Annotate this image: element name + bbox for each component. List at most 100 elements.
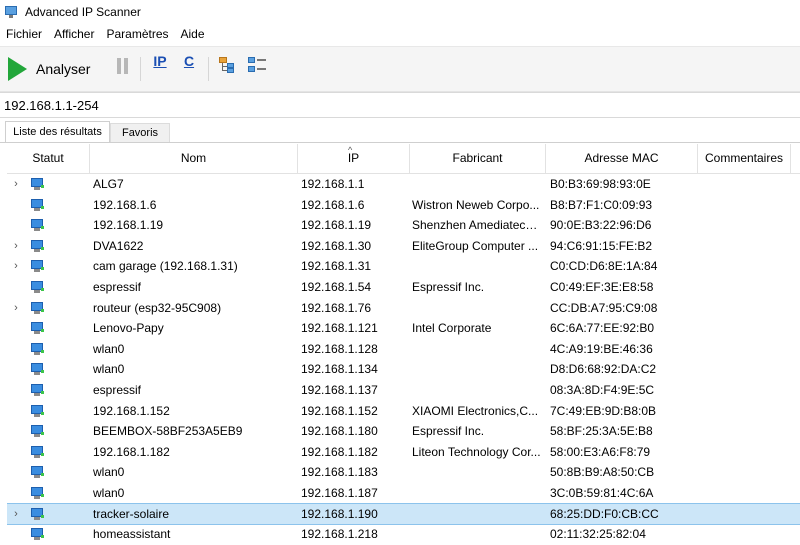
cell-ip: 192.168.1.190 (301, 506, 378, 521)
cell-name: espressif (93, 279, 142, 294)
cell-ip: 192.168.1.19 (301, 218, 372, 233)
cell-mac: 4C:A9:19:BE:46:36 (550, 341, 653, 356)
app-monitor-icon (5, 6, 19, 18)
device-status-icon (31, 425, 45, 438)
menu-fichier[interactable]: Fichier (0, 24, 48, 45)
expand-chevron-icon[interactable]: › (11, 298, 21, 319)
table-row[interactable]: › DVA1622 192.168.1.30 EliteGroup Computer … (7, 236, 800, 257)
table-row[interactable]: BEEMBOX-58BF253A5EB9 192.168.1.180 Espress… (7, 421, 800, 442)
table-row[interactable]: 192.168.1.182 192.168.1.182 Liteon Technol… (7, 442, 800, 463)
device-status-icon (31, 507, 45, 521)
cell-ip: 192.168.1.6 (301, 197, 365, 212)
cell-mac: 58:BF:25:3A:5E:B8 (550, 424, 653, 439)
cell-name: 192.168.1.182 (93, 444, 170, 459)
table-row[interactable]: › cam garage (192.168.1.31) 192.168.1.31 C0… (7, 256, 800, 277)
cell-mac: B0:B3:69:98:93:0E (550, 177, 651, 191)
menu-bar: Fichier Afficher Paramètres Aide (0, 24, 800, 45)
tab-bar: Liste des résultats Favoris (0, 118, 800, 142)
cell-name: 192.168.1.19 (93, 218, 164, 233)
cell-mac: C0:49:EF:3E:E8:58 (550, 279, 654, 294)
table-row[interactable]: 192.168.1.6 192.168.1.6 Wistron Neweb Corp… (7, 195, 800, 216)
table-row[interactable]: wlan0 192.168.1.128 4C:A9:19:BE:46:36 (7, 339, 800, 360)
cell-mac: 50:8B:B9:A8:50:CB (550, 465, 655, 480)
header-comments[interactable]: Commentaires (698, 144, 791, 173)
expand-chevron-icon[interactable]: › (11, 174, 21, 195)
cell-name: wlan0 (93, 485, 125, 500)
header-ip[interactable]: IP (298, 144, 410, 173)
table-row[interactable]: 192.168.1.152 192.168.1.152 XIAOMI Electro… (7, 401, 800, 422)
cell-mac: 68:25:DD:F0:CB:CC (550, 506, 659, 521)
cell-mac: 02:11:32:25:82:04 (550, 527, 646, 542)
table-row[interactable]: Lenovo-Papy 192.168.1.121 Intel Corporate 6… (7, 318, 800, 339)
cell-name: ALG7 (93, 177, 124, 191)
cell-ip: 192.168.1.76 (301, 300, 372, 315)
cell-ip: 192.168.1.137 (301, 382, 378, 397)
results-list: › ALG7 192.168.1.1 B0:B3:69:98:93:0E 192.168… (7, 174, 800, 545)
ip-range-input[interactable] (4, 95, 784, 115)
table-row[interactable]: › routeur (esp32-95C908) 192.168.1.76 CC:DB… (7, 298, 800, 319)
device-status-icon (31, 260, 45, 273)
cell-name: homeassistant (93, 527, 171, 542)
cell-manufacturer: Espressif Inc. (412, 424, 485, 439)
cell-ip: 192.168.1.152 (301, 403, 378, 418)
cell-mac: 7C:49:EB:9D:B8:0B (550, 403, 657, 418)
device-status-icon (31, 322, 45, 335)
cell-name: 192.168.1.152 (93, 403, 170, 418)
menu-parametres[interactable]: Paramètres (100, 24, 174, 45)
cell-manufacturer: Espressif Inc. (412, 279, 485, 294)
cell-ip: 192.168.1.121 (301, 321, 378, 336)
scan-button-label: Analyser (36, 60, 91, 77)
expand-chevron-icon[interactable]: › (11, 256, 21, 277)
cell-name: tracker-solaire (93, 506, 170, 521)
cell-manufacturer: Shenzhen Amediatech... (412, 218, 542, 233)
cell-name: BEEMBOX-58BF253A5EB9 (93, 424, 243, 439)
collapse-all-icon[interactable] (248, 57, 268, 73)
header-manufacturer[interactable]: Fabricant (410, 144, 546, 173)
expand-chevron-icon[interactable]: › (11, 236, 21, 257)
table-row[interactable]: espressif 192.168.1.137 08:3A:8D:F4:9E:5C (7, 380, 800, 401)
menu-aide[interactable]: Aide (175, 24, 211, 45)
header-mac[interactable]: Adresse MAC (546, 144, 698, 173)
cell-mac: D8:D6:68:92:DA:C2 (550, 362, 657, 377)
scan-button[interactable]: Analyser (3, 53, 101, 84)
cell-manufacturer: EliteGroup Computer ... (412, 238, 539, 253)
play-icon (8, 56, 27, 81)
cell-ip: 192.168.1.218 (301, 527, 378, 542)
device-status-icon (31, 198, 45, 212)
device-status-icon (31, 383, 45, 397)
cell-manufacturer: Liteon Technology Cor... (412, 444, 541, 459)
cell-ip: 192.168.1.182 (301, 444, 378, 459)
cell-mac: 08:3A:8D:F4:9E:5C (550, 382, 655, 397)
table-row[interactable]: wlan0 192.168.1.134 D8:D6:68:92:DA:C2 (7, 359, 800, 380)
cell-ip: 192.168.1.128 (301, 341, 378, 356)
device-status-icon (31, 445, 45, 459)
cell-name: 192.168.1.6 (93, 197, 157, 212)
table-row[interactable]: wlan0 192.168.1.187 3C:0B:59:81:4C:6A (7, 483, 800, 504)
device-status-icon (31, 342, 45, 356)
table-row[interactable]: homeassistant 192.168.1.218 02:11:32:25:82… (7, 524, 800, 545)
table-row[interactable]: wlan0 192.168.1.183 50:8B:B9:A8:50:CB (7, 462, 800, 483)
expand-all-icon[interactable] (219, 57, 235, 73)
cell-manufacturer: Intel Corporate (412, 321, 492, 336)
cell-mac: 58:00:E3:A6:F8:79 (550, 444, 651, 459)
table-row[interactable]: 192.168.1.19 192.168.1.19 Shenzhen Amediat… (7, 215, 800, 236)
table-row[interactable]: › tracker-solaire 192.168.1.190 68:25:DD:F0… (7, 502, 800, 526)
cell-ip: 192.168.1.54 (301, 279, 372, 294)
tab-favorites[interactable]: Favoris (110, 123, 170, 142)
device-status-icon (31, 466, 45, 479)
cell-name: espressif (93, 382, 142, 397)
subnet-c-icon[interactable]: C (182, 53, 196, 75)
title-bar: Advanced IP Scanner (0, 0, 800, 24)
cell-name: wlan0 (93, 341, 125, 356)
header-status[interactable]: Statut (7, 144, 90, 173)
ip-range-icon[interactable]: IP (152, 53, 168, 75)
device-status-icon (31, 178, 45, 191)
menu-afficher[interactable]: Afficher (48, 24, 100, 45)
expand-chevron-icon[interactable]: › (11, 504, 21, 525)
tab-results[interactable]: Liste des résultats (5, 121, 110, 142)
device-status-icon (31, 363, 45, 376)
header-name[interactable]: Nom (90, 144, 298, 173)
table-row[interactable]: espressif 192.168.1.54 Espressif Inc. C0:49… (7, 277, 800, 298)
table-row[interactable]: › ALG7 192.168.1.1 B0:B3:69:98:93:0E (7, 174, 800, 195)
cell-ip: 192.168.1.30 (301, 238, 372, 253)
